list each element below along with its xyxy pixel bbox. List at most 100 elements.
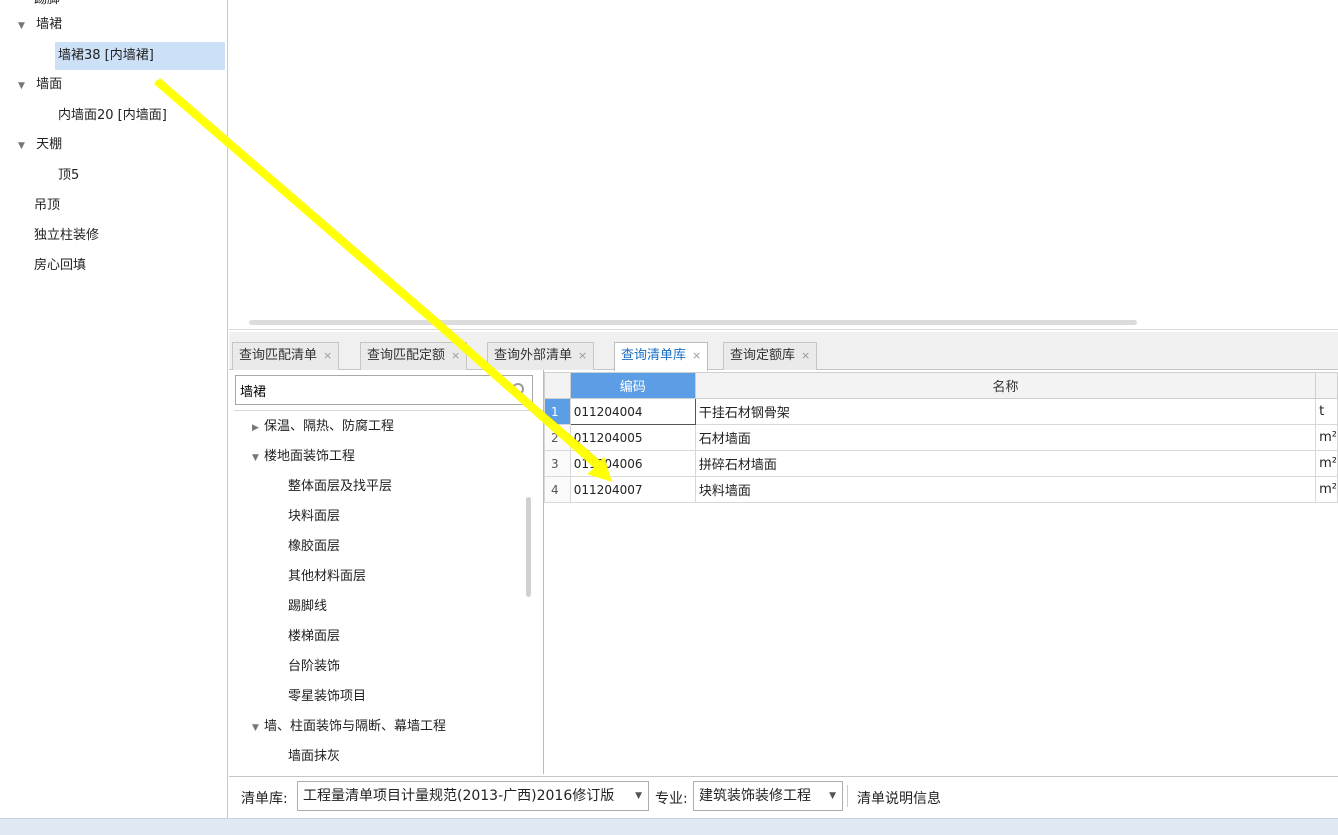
tab-bill-library[interactable]: 查询清单库 × <box>614 342 709 371</box>
tree-item-inner-wall-20[interactable]: 内墙面20 [内墙面] <box>58 102 167 130</box>
tree-item-label: 内墙面20 [内墙面] <box>58 108 167 123</box>
lib-tree-label: 保温、隔热、防腐工程 <box>264 419 395 434</box>
lib-tree-leaf[interactable]: 台阶装饰 <box>288 652 340 682</box>
lib-tree-leaf[interactable]: 其他材料面层 <box>288 562 366 592</box>
lib-tree-label: 墙面抹灰 <box>288 749 341 764</box>
bill-result-grid: 编码 名称 1 011204004 干挂石材钢骨架 t 2 011204005 … <box>544 372 1338 774</box>
tree-item-backfill[interactable]: 房心回填 <box>34 252 86 280</box>
separator <box>847 785 848 807</box>
top-content-area <box>229 0 1338 330</box>
lib-tree-leaf[interactable]: 墙面抹灰 <box>288 742 340 772</box>
lib-tree-label: 台阶装饰 <box>288 659 341 674</box>
specialty-value: 建筑装饰装修工程 <box>699 788 811 804</box>
name-cell[interactable]: 干挂石材钢骨架 <box>694 398 1317 425</box>
tab-quota-library[interactable]: 查询定额库 × <box>723 342 818 370</box>
tab-label: 查询外部清单 <box>494 348 573 363</box>
library-options-bar: 清单库: 工程量清单项目计量规范(2013-广西)2016修订版 ▼ 专业: 建… <box>229 776 1338 818</box>
tree-item-ceiling-5[interactable]: 顶5 <box>58 162 79 190</box>
tab-label: 查询匹配清单 <box>239 348 318 363</box>
collapse-arrow-icon[interactable]: ▼ <box>252 713 264 743</box>
collapse-arrow-icon[interactable]: ▼ <box>252 443 264 473</box>
tree-node-wall-skirting[interactable]: ▼ 墙裙 <box>18 11 62 39</box>
close-icon[interactable]: × <box>801 349 810 362</box>
close-icon[interactable]: × <box>692 349 701 362</box>
lib-tree-leaf[interactable]: 整体面层及找平层 <box>288 472 392 502</box>
tab-match-quota[interactable]: 查询匹配定额 × <box>360 342 468 370</box>
row-number: 2 <box>544 424 571 451</box>
name-cell[interactable]: 石材墙面 <box>694 424 1317 451</box>
tab-label: 查询清单库 <box>621 348 687 363</box>
code-cell[interactable]: 011204005 <box>569 424 696 451</box>
lib-tree-leaf[interactable]: 楼梯面层 <box>288 622 340 652</box>
tree-item-label: 天棚 <box>36 137 63 152</box>
tree-item-label: 踢脚 <box>34 0 60 7</box>
search-icon[interactable] <box>512 383 524 395</box>
collapse-arrow-icon[interactable]: ▼ <box>18 72 32 100</box>
vertical-scrollbar[interactable] <box>526 497 531 597</box>
tree-item-column-finish[interactable]: 独立柱装修 <box>34 222 99 250</box>
tree-item-label: 墙裙38 [内墙裙] <box>58 48 154 63</box>
row-number: 3 <box>544 450 571 477</box>
name-cell[interactable]: 拼碎石材墙面 <box>694 450 1317 477</box>
code-cell[interactable]: 011204007 <box>569 476 696 503</box>
row-number-header <box>544 372 571 399</box>
horizontal-scrollbar[interactable] <box>249 320 1137 325</box>
tab-label: 查询匹配定额 <box>367 348 446 363</box>
lib-tree-label: 橡胶面层 <box>288 539 341 554</box>
lib-tree-node[interactable]: ▼ 楼地面装饰工程 <box>252 442 355 472</box>
tab-match-bill[interactable]: 查询匹配清单 × <box>232 342 340 370</box>
unit-cell[interactable]: m² <box>1315 450 1338 477</box>
lib-tree-leaf[interactable]: 踢脚线 <box>288 592 327 622</box>
tree-item-label: 独立柱装修 <box>34 228 100 243</box>
chevron-down-icon[interactable]: ▼ <box>829 782 836 810</box>
table-row[interactable]: 4 011204007 块料墙面 m² <box>544 476 1338 503</box>
close-icon[interactable]: × <box>578 349 587 362</box>
tree-item-label: 墙裙 <box>36 17 63 32</box>
code-column-header[interactable]: 编码 <box>569 372 696 399</box>
lib-tree-label: 墙、柱面装饰与隔断、幕墙工程 <box>264 719 447 734</box>
lib-tree-label: 楼地面装饰工程 <box>264 449 356 464</box>
unit-cell[interactable]: t <box>1315 398 1338 425</box>
bill-library-select[interactable]: 工程量清单项目计量规范(2013-广西)2016修订版 ▼ <box>297 781 649 811</box>
lib-tree-leaf[interactable]: 橡胶面层 <box>288 532 340 562</box>
unit-column-header[interactable] <box>1315 372 1338 399</box>
collapse-arrow-icon[interactable]: ▼ <box>18 12 32 40</box>
lib-tree-node[interactable]: ▶ 保温、隔热、防腐工程 <box>252 412 394 442</box>
code-cell[interactable]: 011204004 <box>569 398 696 425</box>
tab-label: 查询定额库 <box>730 348 796 363</box>
name-cell[interactable]: 块料墙面 <box>694 476 1317 503</box>
tree-node-ceiling[interactable]: ▼ 天棚 <box>18 131 62 159</box>
tab-external-bill[interactable]: 查询外部清单 × <box>487 342 595 370</box>
expand-arrow-icon[interactable]: ▶ <box>252 413 264 443</box>
tree-item-label: 墙面 <box>36 77 63 92</box>
close-icon[interactable]: × <box>451 349 460 362</box>
specialty-select[interactable]: 建筑装饰装修工程 ▼ <box>693 781 843 811</box>
chevron-down-icon[interactable]: ▼ <box>635 782 642 810</box>
table-row[interactable]: 1 011204004 干挂石材钢骨架 t <box>544 398 1338 425</box>
tree-item-label: 吊顶 <box>34 198 61 213</box>
lib-tree-label: 整体面层及找平层 <box>288 479 393 494</box>
bill-info-link[interactable]: 清单说明信息 <box>857 788 941 808</box>
tree-item-label: 顶5 <box>58 168 80 183</box>
tree-node-wall-surface[interactable]: ▼ 墙面 <box>18 71 62 99</box>
lib-tree-label: 其他材料面层 <box>288 569 367 584</box>
lib-tree-label: 踢脚线 <box>288 599 328 614</box>
code-cell[interactable]: 011204006 <box>569 450 696 477</box>
row-number: 4 <box>544 476 571 503</box>
lib-tree-leaf[interactable]: 块料面层 <box>288 502 340 532</box>
table-row[interactable]: 3 011204006 拼碎石材墙面 m² <box>544 450 1338 477</box>
close-icon[interactable]: × <box>323 349 332 362</box>
table-row[interactable]: 2 011204005 石材墙面 m² <box>544 424 1338 451</box>
tree-item-wall-skirting-38[interactable]: 墙裙38 [内墙裙] <box>55 42 225 70</box>
search-input[interactable] <box>236 376 506 404</box>
status-bar <box>0 818 1338 835</box>
lib-tree-leaf[interactable]: 零星装饰项目 <box>288 682 366 712</box>
bill-library-label: 清单库: <box>241 791 288 807</box>
collapse-arrow-icon[interactable]: ▼ <box>18 132 32 160</box>
name-column-header[interactable]: 名称 <box>694 372 1317 399</box>
unit-cell[interactable]: m² <box>1315 424 1338 451</box>
unit-cell[interactable]: m² <box>1315 476 1338 503</box>
tree-item-suspended-ceiling[interactable]: 吊顶 <box>34 192 60 220</box>
lib-tree-label: 楼梯面层 <box>288 629 341 644</box>
lib-tree-node[interactable]: ▼ 墙、柱面装饰与隔断、幕墙工程 <box>252 712 446 742</box>
